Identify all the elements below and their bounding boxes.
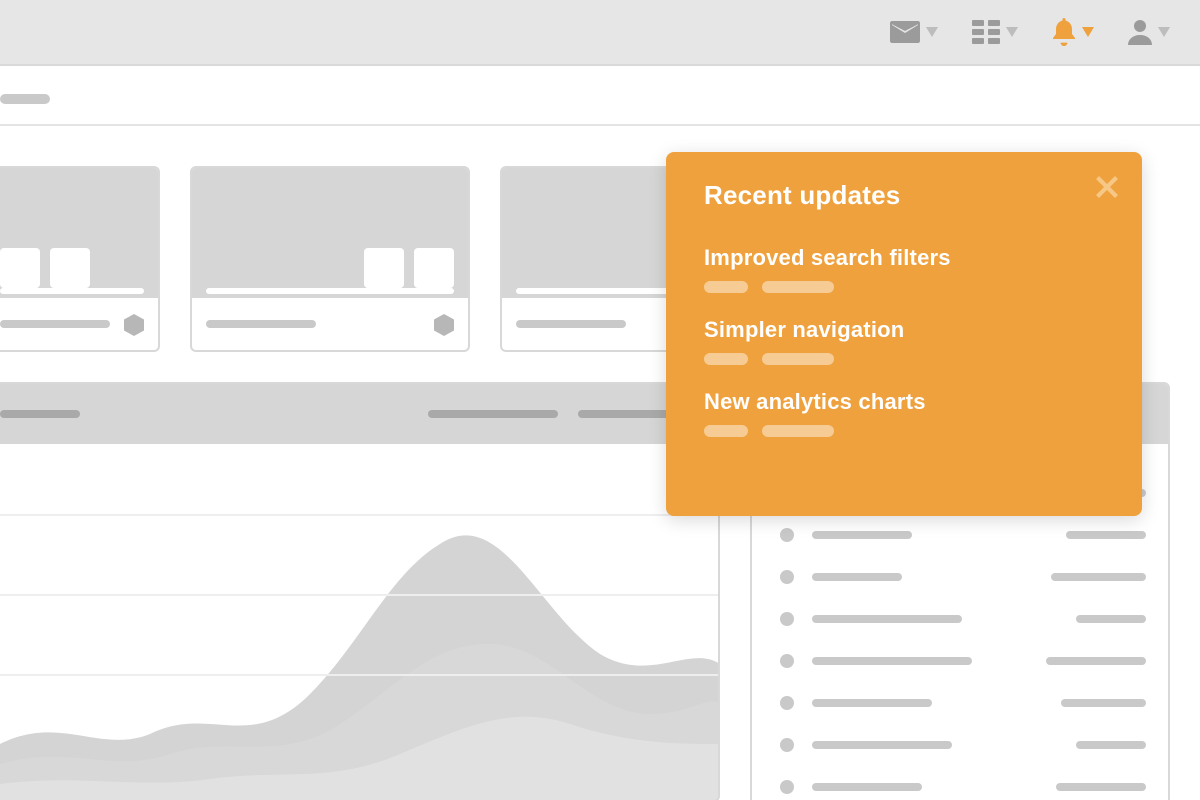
list-item[interactable] [780,598,1146,640]
analytics-chart-panel [0,382,720,800]
chevron-down-icon [1082,27,1094,37]
card-thumbnail [0,168,158,298]
list-item[interactable] [780,640,1146,682]
user-icon [1128,19,1152,45]
list-item[interactable] [780,766,1146,800]
list-item[interactable] [780,514,1146,556]
topbar [0,0,1200,66]
mail-icon [890,21,920,43]
notification-meta [704,281,1108,293]
close-icon [1096,185,1118,202]
notification-item[interactable]: Simpler navigation [704,317,1108,365]
page-body: Recent updates Improved search filters S… [0,66,1200,800]
chevron-down-icon [1006,27,1018,37]
list-item[interactable] [780,556,1146,598]
page-title-placeholder [0,94,50,104]
hex-icon [434,314,454,336]
notification-item[interactable]: New analytics charts [704,389,1108,437]
card-thumbnail [192,168,468,298]
notification-list: Improved search filters Simpler navigati… [704,245,1108,437]
topbar-notifications[interactable] [1052,18,1094,46]
notifications-popover: Recent updates Improved search filters S… [666,152,1142,516]
chevron-down-icon [1158,27,1170,37]
popover-title: Recent updates [704,180,1108,211]
notification-meta [704,425,1108,437]
close-button[interactable] [1096,176,1118,198]
summary-card[interactable] [0,166,160,352]
chevron-down-icon [926,27,938,37]
topbar-apps[interactable] [972,20,1018,44]
chart-body [0,444,718,800]
topbar-mail[interactable] [890,21,938,43]
notification-title: Simpler navigation [704,317,1108,343]
apps-icon [972,20,1000,44]
notification-title: Improved search filters [704,245,1108,271]
notification-item[interactable]: Improved search filters [704,245,1108,293]
notification-title: New analytics charts [704,389,1108,415]
list-item[interactable] [780,682,1146,724]
summary-card[interactable] [190,166,470,352]
area-chart [0,444,720,800]
topbar-user[interactable] [1128,19,1170,45]
hex-icon [124,314,144,336]
divider [0,124,1200,126]
chart-toolbar [0,384,718,444]
bell-icon [1052,18,1076,46]
list-item[interactable] [780,724,1146,766]
notification-meta [704,353,1108,365]
